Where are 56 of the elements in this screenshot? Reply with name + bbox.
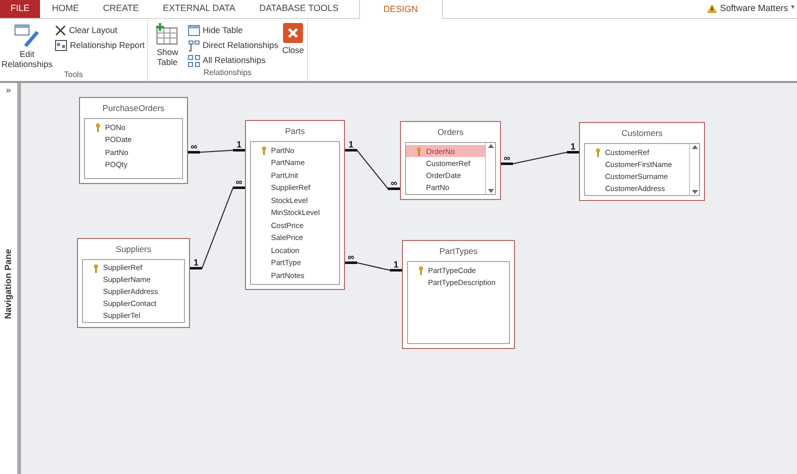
cardinality-label: 1 bbox=[194, 257, 198, 268]
warning-icon bbox=[706, 4, 717, 13]
ribbon-small-button[interactable]: Hide Table bbox=[188, 24, 278, 37]
scroll-down-icon[interactable] bbox=[692, 190, 698, 194]
key-icon bbox=[418, 266, 424, 275]
key-icon bbox=[261, 146, 267, 155]
table-title: Customers bbox=[620, 127, 664, 140]
table-title: PurchaseOrders bbox=[102, 102, 166, 115]
ribbon-small-button[interactable]: Relationship Report bbox=[55, 39, 145, 52]
table-title: Orders bbox=[436, 126, 464, 139]
cardinality-label: 1 bbox=[570, 141, 576, 152]
add-table-icon bbox=[155, 23, 180, 45]
cardinality-label: 1 bbox=[394, 259, 398, 270]
key-icon bbox=[595, 148, 601, 157]
table-title: PartTypes bbox=[438, 245, 479, 258]
cardinality-label: 1 bbox=[348, 139, 354, 150]
table-pencil-icon bbox=[14, 23, 40, 47]
ribbon-large-button[interactable]: Show Table bbox=[149, 21, 186, 67]
ribbon-large-button[interactable]: Edit Relationships bbox=[1, 21, 53, 69]
scroll-down-icon[interactable] bbox=[488, 189, 494, 193]
relationships-grid-icon bbox=[188, 54, 200, 66]
cardinality-label: ∞ bbox=[236, 176, 242, 187]
cardinality-label: ∞ bbox=[390, 178, 398, 188]
ribbon-tab[interactable]: DATABASE TOOLS bbox=[247, 0, 351, 18]
account-name[interactable]: Software Matters bbox=[720, 2, 788, 16]
ribbon-tab[interactable]: HOME bbox=[40, 0, 91, 18]
cardinality-label: ∞ bbox=[190, 141, 198, 152]
navigation-pane-label: Navigation Pane bbox=[2, 249, 14, 320]
group-label: Relationships bbox=[202, 67, 253, 79]
scroll-up-icon[interactable] bbox=[692, 145, 698, 149]
ribbon-tab[interactable]: CREATE bbox=[91, 0, 151, 18]
scroll-bar[interactable] bbox=[689, 144, 699, 195]
ribbon-small-button[interactable]: Direct Relationships bbox=[188, 39, 278, 52]
file-tab[interactable]: FILE bbox=[0, 0, 40, 18]
relationship-icon bbox=[188, 40, 200, 52]
cardinality-label: 1 bbox=[236, 139, 242, 150]
cardinality-label: ∞ bbox=[504, 152, 510, 163]
key-icon bbox=[95, 122, 101, 132]
key-icon bbox=[93, 264, 99, 272]
table-icon bbox=[188, 25, 200, 36]
table-title: Suppliers bbox=[114, 243, 152, 256]
ribbon-small-button[interactable]: Clear Layout bbox=[55, 24, 145, 37]
scroll-up-icon[interactable] bbox=[488, 144, 494, 148]
report-icon bbox=[55, 40, 67, 51]
ribbon-small-button[interactable]: All Relationships bbox=[188, 54, 278, 67]
close-icon bbox=[283, 23, 304, 43]
ribbon-tab[interactable]: DESIGN bbox=[358, 0, 443, 19]
expand-toggle[interactable]: » bbox=[6, 85, 11, 95]
key-icon bbox=[416, 146, 422, 156]
close-icon bbox=[55, 25, 66, 36]
cardinality-label: ∞ bbox=[348, 252, 354, 262]
ribbon-tab[interactable]: EXTERNAL DATA bbox=[150, 0, 248, 18]
scroll-bar[interactable] bbox=[485, 143, 495, 194]
ribbon-large-button[interactable]: Close bbox=[280, 21, 306, 55]
group-label: Tools bbox=[63, 69, 84, 81]
table-title: Parts bbox=[284, 125, 306, 138]
